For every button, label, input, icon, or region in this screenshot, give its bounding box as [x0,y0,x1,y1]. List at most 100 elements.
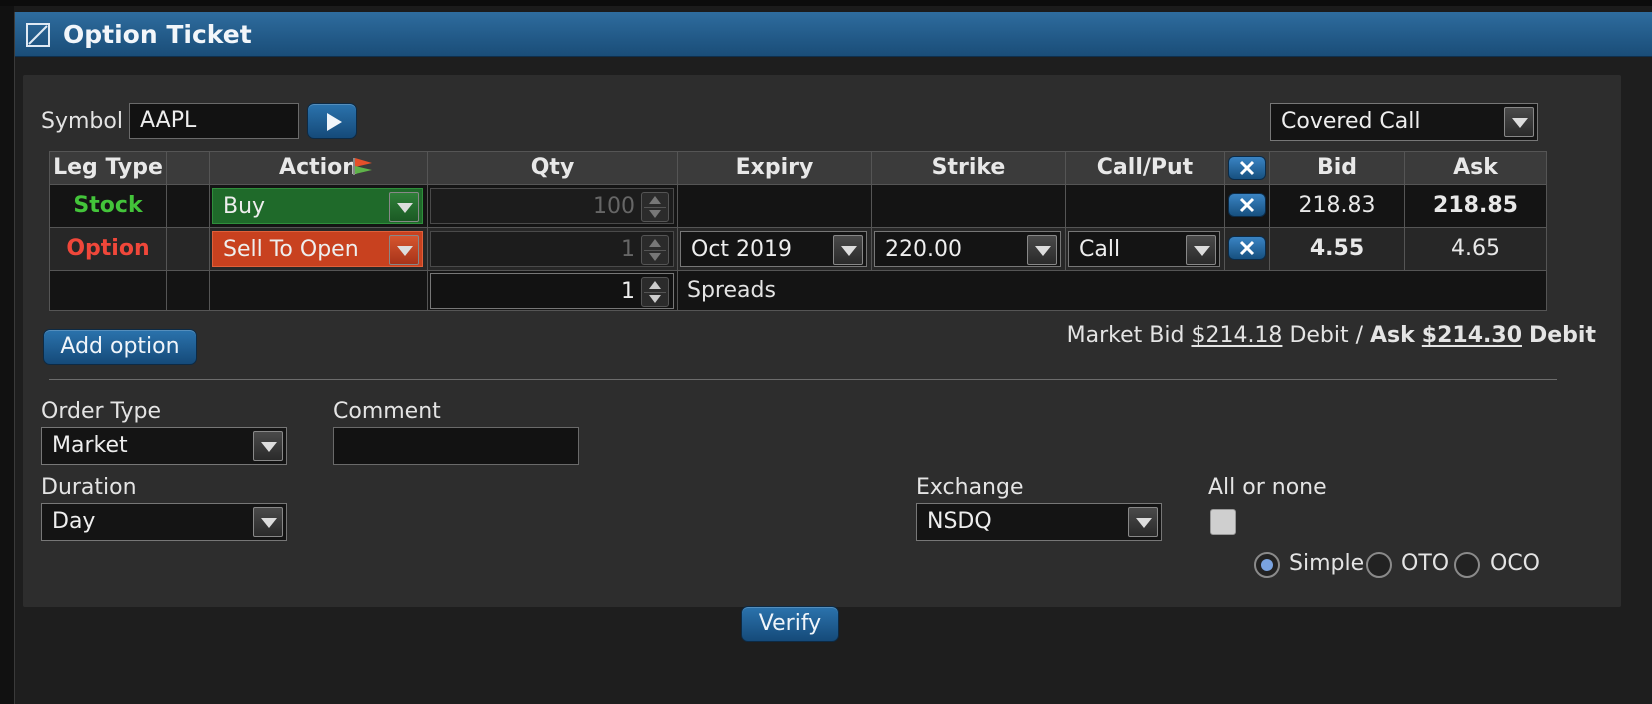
table-row [166,227,210,271]
call-put-dropdown[interactable]: Call [1068,231,1220,267]
ticket-panel: Symbol AAPL Covered Call Leg Type Action… [23,75,1621,607]
option-qty-stepper[interactable]: 1 [430,231,674,267]
header-leg-type: Leg Type [49,151,167,185]
remove-cell [1224,227,1270,271]
title-bar[interactable]: Option Ticket [15,12,1652,57]
stock-qty-value: 100 [593,194,635,219]
exchange-dropdown[interactable]: NSDQ [916,503,1162,541]
market-ask-value[interactable]: $214.30 [1422,323,1522,348]
strike-dropdown[interactable]: 220.00 [874,231,1061,267]
expiry-cell: Oct 2019 [677,227,872,271]
header-expiry: Expiry [677,151,872,185]
callput-cell: Call [1065,227,1225,271]
option-qty-value: 1 [621,237,635,262]
header-action: Action [209,151,428,185]
chevron-down-icon[interactable] [389,192,419,222]
option-bid[interactable]: 4.55 [1269,227,1405,271]
oto-label: OTO [1401,551,1450,576]
chevron-down-icon[interactable] [253,431,283,461]
action-cell: Buy [209,184,428,228]
remove-stock-leg-button[interactable] [1228,193,1266,217]
stock-bid[interactable]: 218.83 [1269,184,1405,228]
comment-label: Comment [333,399,441,424]
symbol-go-button[interactable] [307,103,357,139]
spreads-qty-value: 1 [621,279,635,304]
window-icon [26,23,50,47]
stock-qty-stepper[interactable]: 100 [430,188,674,224]
market-bid-value[interactable]: $214.18 [1191,323,1282,348]
table-row [209,270,428,311]
exchange-label: Exchange [916,475,1024,500]
option-ticket-window: Option Ticket Symbol AAPL Covered Call L… [14,12,1652,704]
oto-radio[interactable] [1366,552,1392,578]
symbol-input[interactable]: AAPL [129,103,299,139]
play-icon [327,113,342,131]
stock-action-dropdown[interactable]: Buy [212,188,423,224]
table-row [49,270,167,311]
option-ask[interactable]: 4.65 [1404,227,1547,271]
symbol-label: Symbol [41,109,123,134]
header-bid: Bid [1269,151,1405,185]
comment-input[interactable] [333,427,579,465]
add-option-button[interactable]: Add option [43,329,197,365]
chevron-down-icon[interactable] [1504,107,1534,137]
divider [49,379,1557,380]
stepper-arrows-icon[interactable] [641,192,669,222]
chevron-down-icon[interactable] [253,507,283,537]
flag-icon [353,158,372,175]
strategy-dropdown[interactable]: Covered Call [1270,103,1538,141]
stock-action-value: Buy [223,194,266,219]
option-action-dropdown[interactable]: Sell To Open [212,231,423,267]
legs-table: Leg Type Action Qty Expiry Strike Call/P… [49,151,1557,311]
spreads-qty-stepper[interactable]: 1 [430,273,674,309]
simple-radio[interactable] [1254,552,1280,578]
strike-value: 220.00 [885,237,962,262]
chevron-down-icon[interactable] [1027,235,1057,265]
exchange-value: NSDQ [927,509,992,534]
window-title: Option Ticket [63,20,252,49]
spreads-label: Spreads [687,278,776,303]
remove-option-leg-button[interactable] [1228,236,1266,260]
chevron-down-icon[interactable] [833,235,863,265]
strategy-value: Covered Call [1281,109,1421,134]
order-type-dropdown[interactable]: Market [41,427,287,465]
table-row [166,184,210,228]
leg-type-stock: Stock [49,184,167,228]
all-or-none-label: All or none [1208,475,1327,500]
chevron-down-icon[interactable] [1186,235,1216,265]
stock-expiry-cell [677,184,872,228]
table-row [166,270,210,311]
remove-all-legs-button[interactable] [1228,156,1266,180]
call-put-value: Call [1079,237,1121,262]
chevron-down-icon[interactable] [389,235,419,265]
duration-dropdown[interactable]: Day [41,503,287,541]
header-strike: Strike [871,151,1066,185]
close-icon [1239,160,1255,176]
close-icon [1239,197,1255,213]
stepper-arrows-icon[interactable] [641,277,669,307]
remove-cell [1224,184,1270,228]
stepper-arrows-icon[interactable] [641,235,669,265]
all-or-none-checkbox[interactable] [1210,509,1236,535]
chevron-down-icon[interactable] [1128,507,1158,537]
header-call-put: Call/Put [1065,151,1225,185]
market-ask-label: Ask [1370,323,1415,348]
close-icon [1239,240,1255,256]
market-bid-label: Market Bid [1066,323,1185,348]
order-type-value: Market [52,433,128,458]
stock-ask[interactable]: 218.85 [1404,184,1547,228]
strike-cell: 220.00 [871,227,1066,271]
verify-button[interactable]: Verify [741,606,839,642]
header-action-label: Action [279,155,358,180]
stock-callput-cell [1065,184,1225,228]
oco-radio[interactable] [1454,552,1480,578]
market-bid-suffix: Debit / [1289,323,1364,348]
expiry-dropdown[interactable]: Oct 2019 [680,231,867,267]
header-ask: Ask [1404,151,1547,185]
leg-type-option: Option [49,227,167,271]
qty-cell: 1 [427,227,678,271]
spreads-qty-cell: 1 [427,270,678,311]
header-remove-all [1224,151,1270,185]
header-spacer [166,151,210,185]
duration-value: Day [52,509,96,534]
